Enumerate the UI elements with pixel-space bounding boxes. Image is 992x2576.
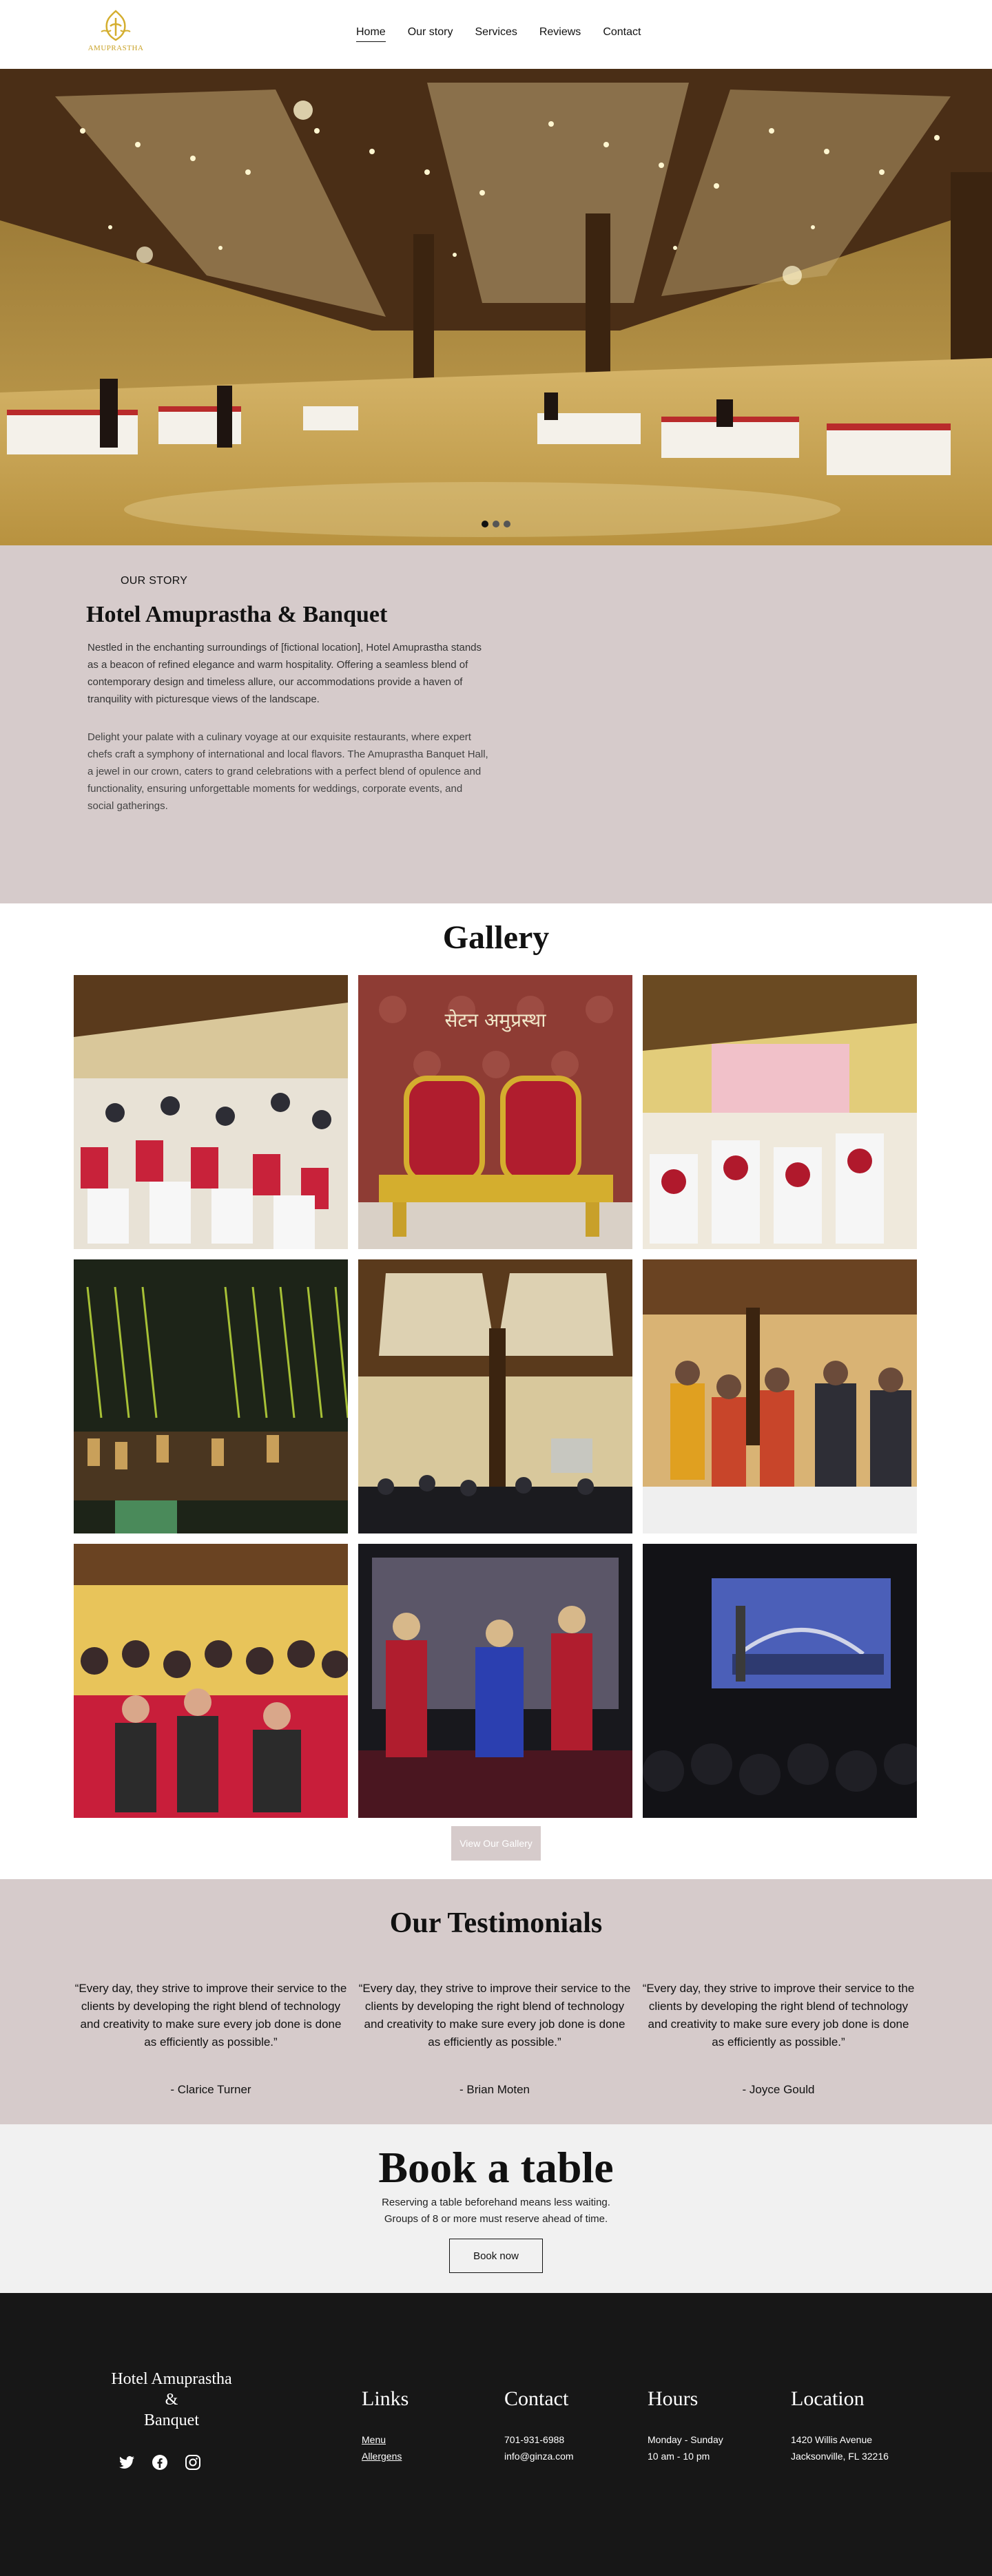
gallery-photo-3[interactable] bbox=[643, 975, 917, 1249]
gallery-photo-1[interactable] bbox=[74, 975, 348, 1249]
footer-links-column: Links Menu Allergens bbox=[362, 2387, 409, 2464]
view-gallery-button[interactable]: View Our Gallery bbox=[451, 1826, 541, 1861]
nav-services[interactable]: Services bbox=[475, 26, 517, 42]
story-title: Hotel Amuprastha & Banquet bbox=[86, 602, 388, 627]
book-table-section: Book a table Reserving a table beforehan… bbox=[0, 2124, 992, 2293]
testimonial-author: - Brian Moten bbox=[459, 2083, 530, 2096]
footer-city: Jacksonville, FL 32216 bbox=[791, 2451, 889, 2462]
testimonial-card: “Every day, they strive to improve their… bbox=[642, 1980, 915, 2097]
testimonials-section: Our Testimonials “Every day, they strive… bbox=[0, 1879, 992, 2124]
testimonial-author: - Joyce Gould bbox=[742, 2083, 815, 2096]
our-story-section: OUR STORY Hotel Amuprastha & Banquet Nes… bbox=[0, 545, 992, 903]
gallery-photo-8[interactable] bbox=[358, 1544, 632, 1818]
gallery-title: Gallery bbox=[442, 919, 550, 956]
gallery-grid: सेटन अमुप्रस्था bbox=[74, 975, 917, 1818]
gallery-photo-5[interactable] bbox=[358, 1259, 632, 1533]
gallery-photo-4[interactable] bbox=[74, 1259, 348, 1533]
twitter-icon[interactable] bbox=[118, 2454, 135, 2471]
nav-home[interactable]: Home bbox=[356, 26, 386, 42]
banner-text: सेटन अमुप्रस्था bbox=[444, 1009, 546, 1032]
top-navigation: AMUPRASTHA Home Our story Services Revie… bbox=[0, 0, 992, 69]
footer-brand-line-1: Hotel Amuprastha bbox=[111, 2370, 232, 2388]
footer-links-title: Links bbox=[362, 2387, 409, 2410]
book-info-line-1: Reserving a table beforehand means less … bbox=[382, 2197, 610, 2208]
footer-brand-line-3: Banquet bbox=[144, 2411, 199, 2429]
footer-contact-column: Contact 701-931-6988 info@ginza.com bbox=[504, 2387, 574, 2464]
footer-menu-link[interactable]: Menu bbox=[362, 2431, 409, 2448]
footer-allergens-link[interactable]: Allergens bbox=[362, 2448, 409, 2464]
footer-contact-title: Contact bbox=[504, 2387, 569, 2410]
footer-brand-line-2: & bbox=[165, 2391, 178, 2409]
footer-hours-days: Monday - Sunday bbox=[648, 2434, 723, 2445]
logo-emblem-icon bbox=[101, 10, 131, 41]
footer-hours-column: Hours Monday - Sunday 10 am - 10 pm bbox=[648, 2387, 723, 2464]
testimonial-author: - Clarice Turner bbox=[170, 2083, 251, 2096]
hero-slider[interactable] bbox=[0, 69, 992, 545]
gallery-photo-2[interactable]: सेटन अमुप्रस्था bbox=[358, 975, 632, 1249]
footer-street: 1420 Willis Avenue bbox=[791, 2434, 873, 2445]
main-menu: Home Our story Services Reviews Contact bbox=[356, 26, 663, 42]
footer-phone: 701-931-6988 bbox=[504, 2434, 565, 2445]
social-links bbox=[118, 2454, 201, 2471]
slider-dot-2[interactable] bbox=[493, 521, 499, 527]
gallery-photo-6[interactable] bbox=[643, 1259, 917, 1533]
story-paragraph-2: Delight your palate with a culinary voya… bbox=[87, 731, 488, 812]
footer-email: info@ginza.com bbox=[504, 2451, 574, 2462]
book-title: Book a table bbox=[378, 2143, 614, 2192]
book-now-button[interactable]: Book now bbox=[449, 2239, 543, 2273]
footer-location-title: Location bbox=[791, 2387, 865, 2410]
slider-dot-1[interactable] bbox=[482, 521, 488, 527]
footer-hours-time: 10 am - 10 pm bbox=[648, 2451, 710, 2462]
gallery-photo-7[interactable] bbox=[74, 1544, 348, 1818]
testimonials-title: Our Testimonials bbox=[389, 1907, 603, 1939]
nav-our-story[interactable]: Our story bbox=[408, 26, 453, 42]
nav-reviews[interactable]: Reviews bbox=[539, 26, 581, 42]
testimonial-card: “Every day, they strive to improve their… bbox=[74, 1980, 347, 2097]
testimonial-card: “Every day, they strive to improve their… bbox=[358, 1980, 631, 2097]
site-footer: Hotel Amuprastha & Banquet Links Menu Al… bbox=[0, 2293, 992, 2576]
footer-brand: Hotel Amuprastha & Banquet bbox=[96, 2369, 247, 2431]
book-info-line-2: Groups of 8 or more must reserve ahead o… bbox=[384, 2213, 608, 2225]
nav-contact[interactable]: Contact bbox=[603, 26, 641, 42]
story-paragraph-1: Nestled in the enchanting surroundings o… bbox=[87, 642, 482, 705]
slider-dots bbox=[0, 521, 992, 527]
testimonial-quote: “Every day, they strive to improve their… bbox=[642, 1982, 915, 2049]
gallery-photo-9[interactable] bbox=[643, 1544, 917, 1818]
testimonial-quote: “Every day, they strive to improve their… bbox=[358, 1982, 631, 2049]
logo-text: AMUPRASTHA bbox=[87, 44, 144, 52]
gallery-section: Gallery सेटन अमुप्रस्था View Our Gallery bbox=[0, 903, 992, 1879]
instagram-icon[interactable] bbox=[185, 2454, 201, 2471]
hero-banquet-hall-image bbox=[0, 69, 992, 545]
footer-location-column: Location 1420 Willis Avenue Jacksonville… bbox=[791, 2387, 889, 2464]
footer-hours-title: Hours bbox=[648, 2387, 699, 2410]
testimonials-list: “Every day, they strive to improve their… bbox=[74, 1980, 915, 2097]
story-eyebrow: OUR STORY bbox=[121, 575, 188, 587]
testimonial-quote: “Every day, they strive to improve their… bbox=[74, 1982, 347, 2049]
facebook-icon[interactable] bbox=[152, 2454, 168, 2471]
hotel-logo[interactable]: AMUPRASTHA bbox=[81, 8, 150, 56]
slider-dot-3[interactable] bbox=[504, 521, 510, 527]
